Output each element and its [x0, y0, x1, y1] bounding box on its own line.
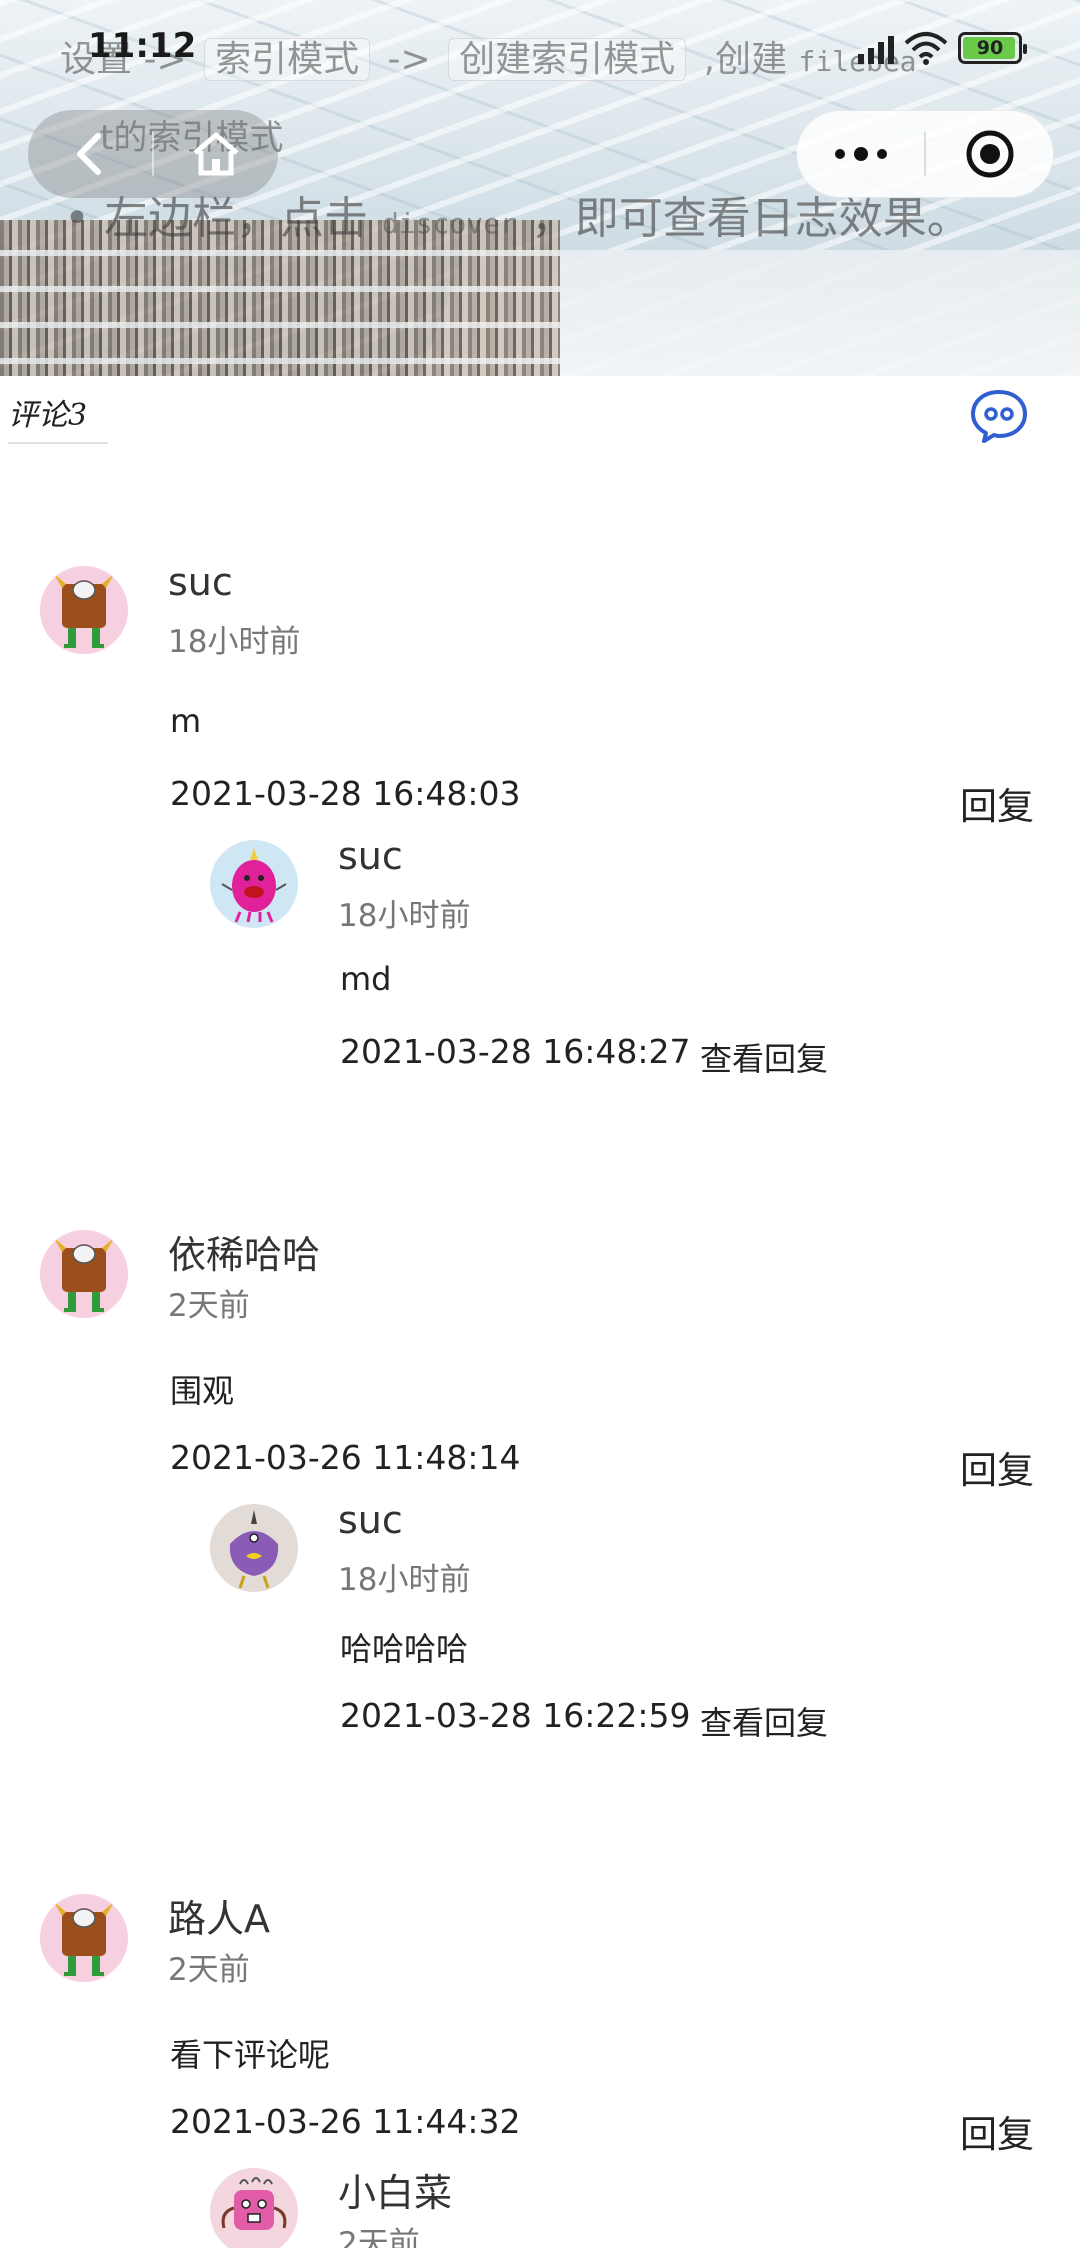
monster-avatar-icon — [54, 574, 114, 648]
comment-thread: 依稀哈哈 2天前 围观 2021-03-26 11:48:14 回复 suc 1… — [0, 1224, 1080, 1744]
comment-username[interactable]: suc — [168, 560, 233, 604]
monster-avatar-icon — [229, 1510, 279, 1589]
reply-relative-time: 18小时前 — [338, 898, 471, 934]
avatar[interactable] — [40, 566, 128, 654]
banner-line3-prefix: 左边栏，点击 — [103, 193, 368, 244]
banner-line3-suffix: ，即可查看日志效果。 — [530, 193, 971, 244]
wifi-icon — [904, 32, 948, 65]
comment-relative-time: 2天前 — [168, 1952, 250, 1988]
reply-avatar[interactable] — [210, 2168, 298, 2248]
comment-timestamp: 2021-03-26 11:48:14 — [170, 1438, 521, 1477]
reply-timestamp: 2021-03-28 16:48:27 — [340, 1032, 691, 1071]
reply-timestamp: 2021-03-28 16:22:59 — [340, 1696, 691, 1735]
comments-count: 评论3 — [8, 390, 108, 444]
monster-avatar-icon — [54, 1238, 114, 1312]
capsule-close-icon — [966, 130, 1013, 178]
monster-avatar-icon — [54, 1902, 114, 1976]
comment-relative-time: 18小时前 — [168, 624, 301, 660]
capsule-close-button[interactable] — [926, 110, 1053, 198]
reply-relative-time: 2天前 — [338, 2226, 420, 2248]
reply-username[interactable]: suc — [338, 834, 403, 878]
nav-capsule-right — [796, 110, 1054, 198]
battery-icon: 90 — [958, 32, 1027, 64]
banner-arrow-2: -> — [387, 39, 431, 80]
avatar[interactable] — [40, 1230, 128, 1318]
reply-avatar[interactable] — [210, 1504, 298, 1592]
home-button[interactable] — [154, 110, 278, 198]
back-icon — [77, 133, 101, 175]
comment-bubble-icon[interactable] — [968, 388, 1030, 444]
reply-button[interactable]: 回复 — [960, 2104, 1034, 2158]
reply-button[interactable]: 回复 — [960, 776, 1034, 830]
home-icon — [193, 132, 239, 176]
reply-button[interactable]: 回复 — [960, 1440, 1034, 1494]
status-time: 11:12 — [88, 26, 197, 66]
monster-avatar-icon — [221, 848, 287, 923]
status-icons: 90 — [858, 28, 1027, 68]
comment-content: 看下评论呢 — [170, 2036, 331, 2074]
reply-content: md — [340, 960, 392, 998]
comment-timestamp: 2021-03-26 11:44:32 — [170, 2102, 521, 2141]
reply-username[interactable]: suc — [338, 1498, 403, 1542]
banner-line3-code: discover — [381, 207, 517, 240]
comment-content: m — [170, 702, 202, 740]
battery-level: 90 — [976, 37, 1004, 59]
view-replies-link[interactable]: 查看回复 — [700, 1698, 828, 1744]
reply-content: 哈哈哈哈 — [340, 1630, 469, 1668]
comments-header: 评论3 — [0, 390, 1080, 450]
comment-thread: suc 18小时前 m 2021-03-28 16:48:03 回复 suc 1… — [0, 560, 1080, 1080]
back-button[interactable] — [28, 110, 152, 198]
banner-crumb-2: 索引模式 — [204, 38, 371, 81]
comment-relative-time: 2天前 — [168, 1288, 250, 1324]
more-icon — [834, 147, 887, 161]
reply-username[interactable]: 小白菜 — [338, 2162, 452, 2217]
view-replies-link[interactable]: 查看回复 — [700, 1034, 828, 1080]
comment-username[interactable]: 路人A — [168, 1888, 270, 1943]
monster-avatar-icon — [221, 2177, 287, 2230]
more-button[interactable] — [797, 110, 924, 198]
reply-avatar[interactable] — [210, 840, 298, 928]
comment-username[interactable]: 依稀哈哈 — [168, 1224, 320, 1279]
reply-relative-time: 18小时前 — [338, 1562, 471, 1598]
nav-capsule-left — [28, 110, 278, 198]
signal-icon — [858, 32, 894, 64]
banner-crumb-3: 创建索引模式 — [448, 38, 687, 81]
header-banner: 设置 -> 索引模式 -> 创建索引模式 ,创建 filebea t的索引模式 … — [0, 0, 1080, 376]
comment-thread: 路人A 2天前 看下评论呢 2021-03-26 11:44:32 回复 小白菜… — [0, 1888, 1080, 2248]
banner-crumb-4: ,创建 — [703, 39, 788, 80]
comment-timestamp: 2021-03-28 16:48:03 — [170, 774, 521, 813]
avatar[interactable] — [40, 1894, 128, 1982]
comment-content: 围观 — [170, 1372, 235, 1410]
